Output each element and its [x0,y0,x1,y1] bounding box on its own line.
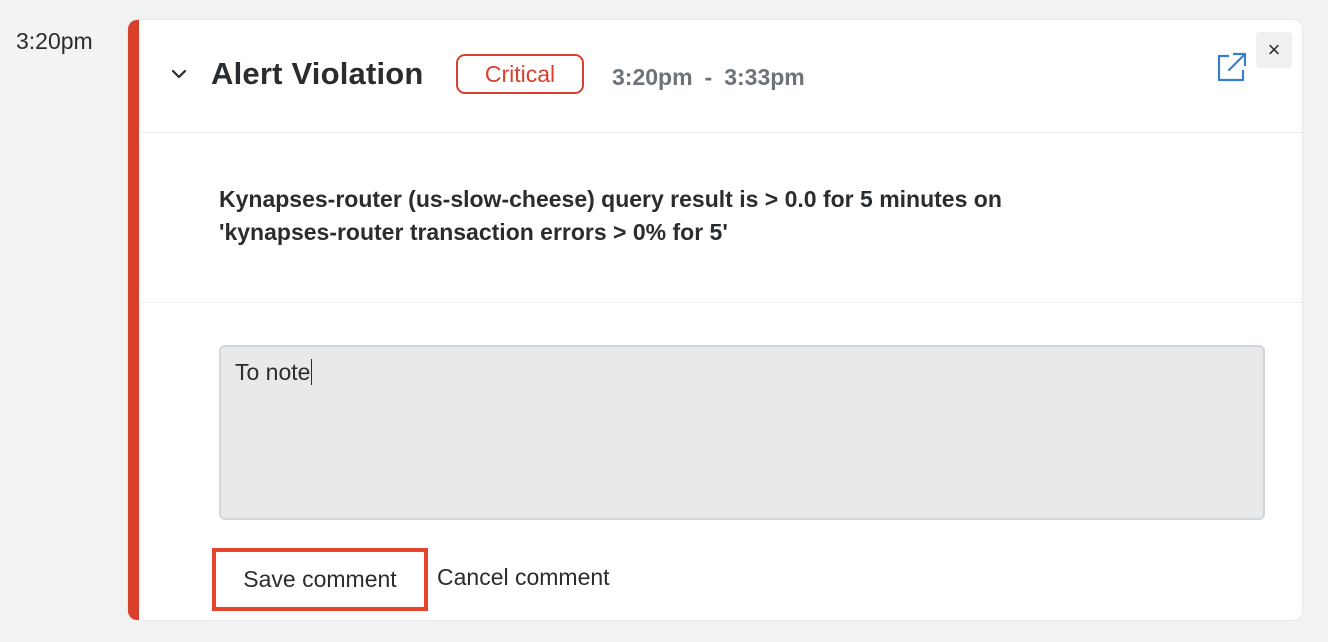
comment-text: To note [235,359,311,385]
save-comment-button[interactable]: Save comment [212,548,428,611]
comment-textarea[interactable]: To note [219,345,1265,520]
timeline-time: 3:20pm [16,28,93,54]
alert-message: Kynapses-router (us-slow-cheese) query r… [219,183,1119,249]
cancel-comment-button[interactable]: Cancel comment [437,564,610,591]
alert-message-line-1: Kynapses-router (us-slow-cheese) query r… [219,186,1002,212]
alert-end-time: 3:33pm [724,64,805,90]
alert-title: Alert Violation [211,56,424,91]
time-separator: - [704,64,713,90]
external-link-icon[interactable] [1215,50,1249,84]
close-icon: × [1267,37,1281,62]
text-caret [311,359,313,385]
severity-badge: Critical [456,54,584,94]
alert-body: Kynapses-router (us-slow-cheese) query r… [139,133,1302,303]
chevron-down-icon[interactable] [169,64,189,84]
close-button[interactable]: × [1256,32,1292,68]
alert-message-line-2: 'kynapses-router transaction errors > 0%… [219,219,728,245]
alert-time-range: 3:20pm - 3:33pm [612,64,805,91]
alert-header: Alert Violation Critical 3:20pm - 3:33pm… [139,20,1302,133]
severity-accent-bar [128,20,139,620]
alert-card: Alert Violation Critical 3:20pm - 3:33pm… [128,20,1302,620]
alert-start-time: 3:20pm [612,64,693,90]
